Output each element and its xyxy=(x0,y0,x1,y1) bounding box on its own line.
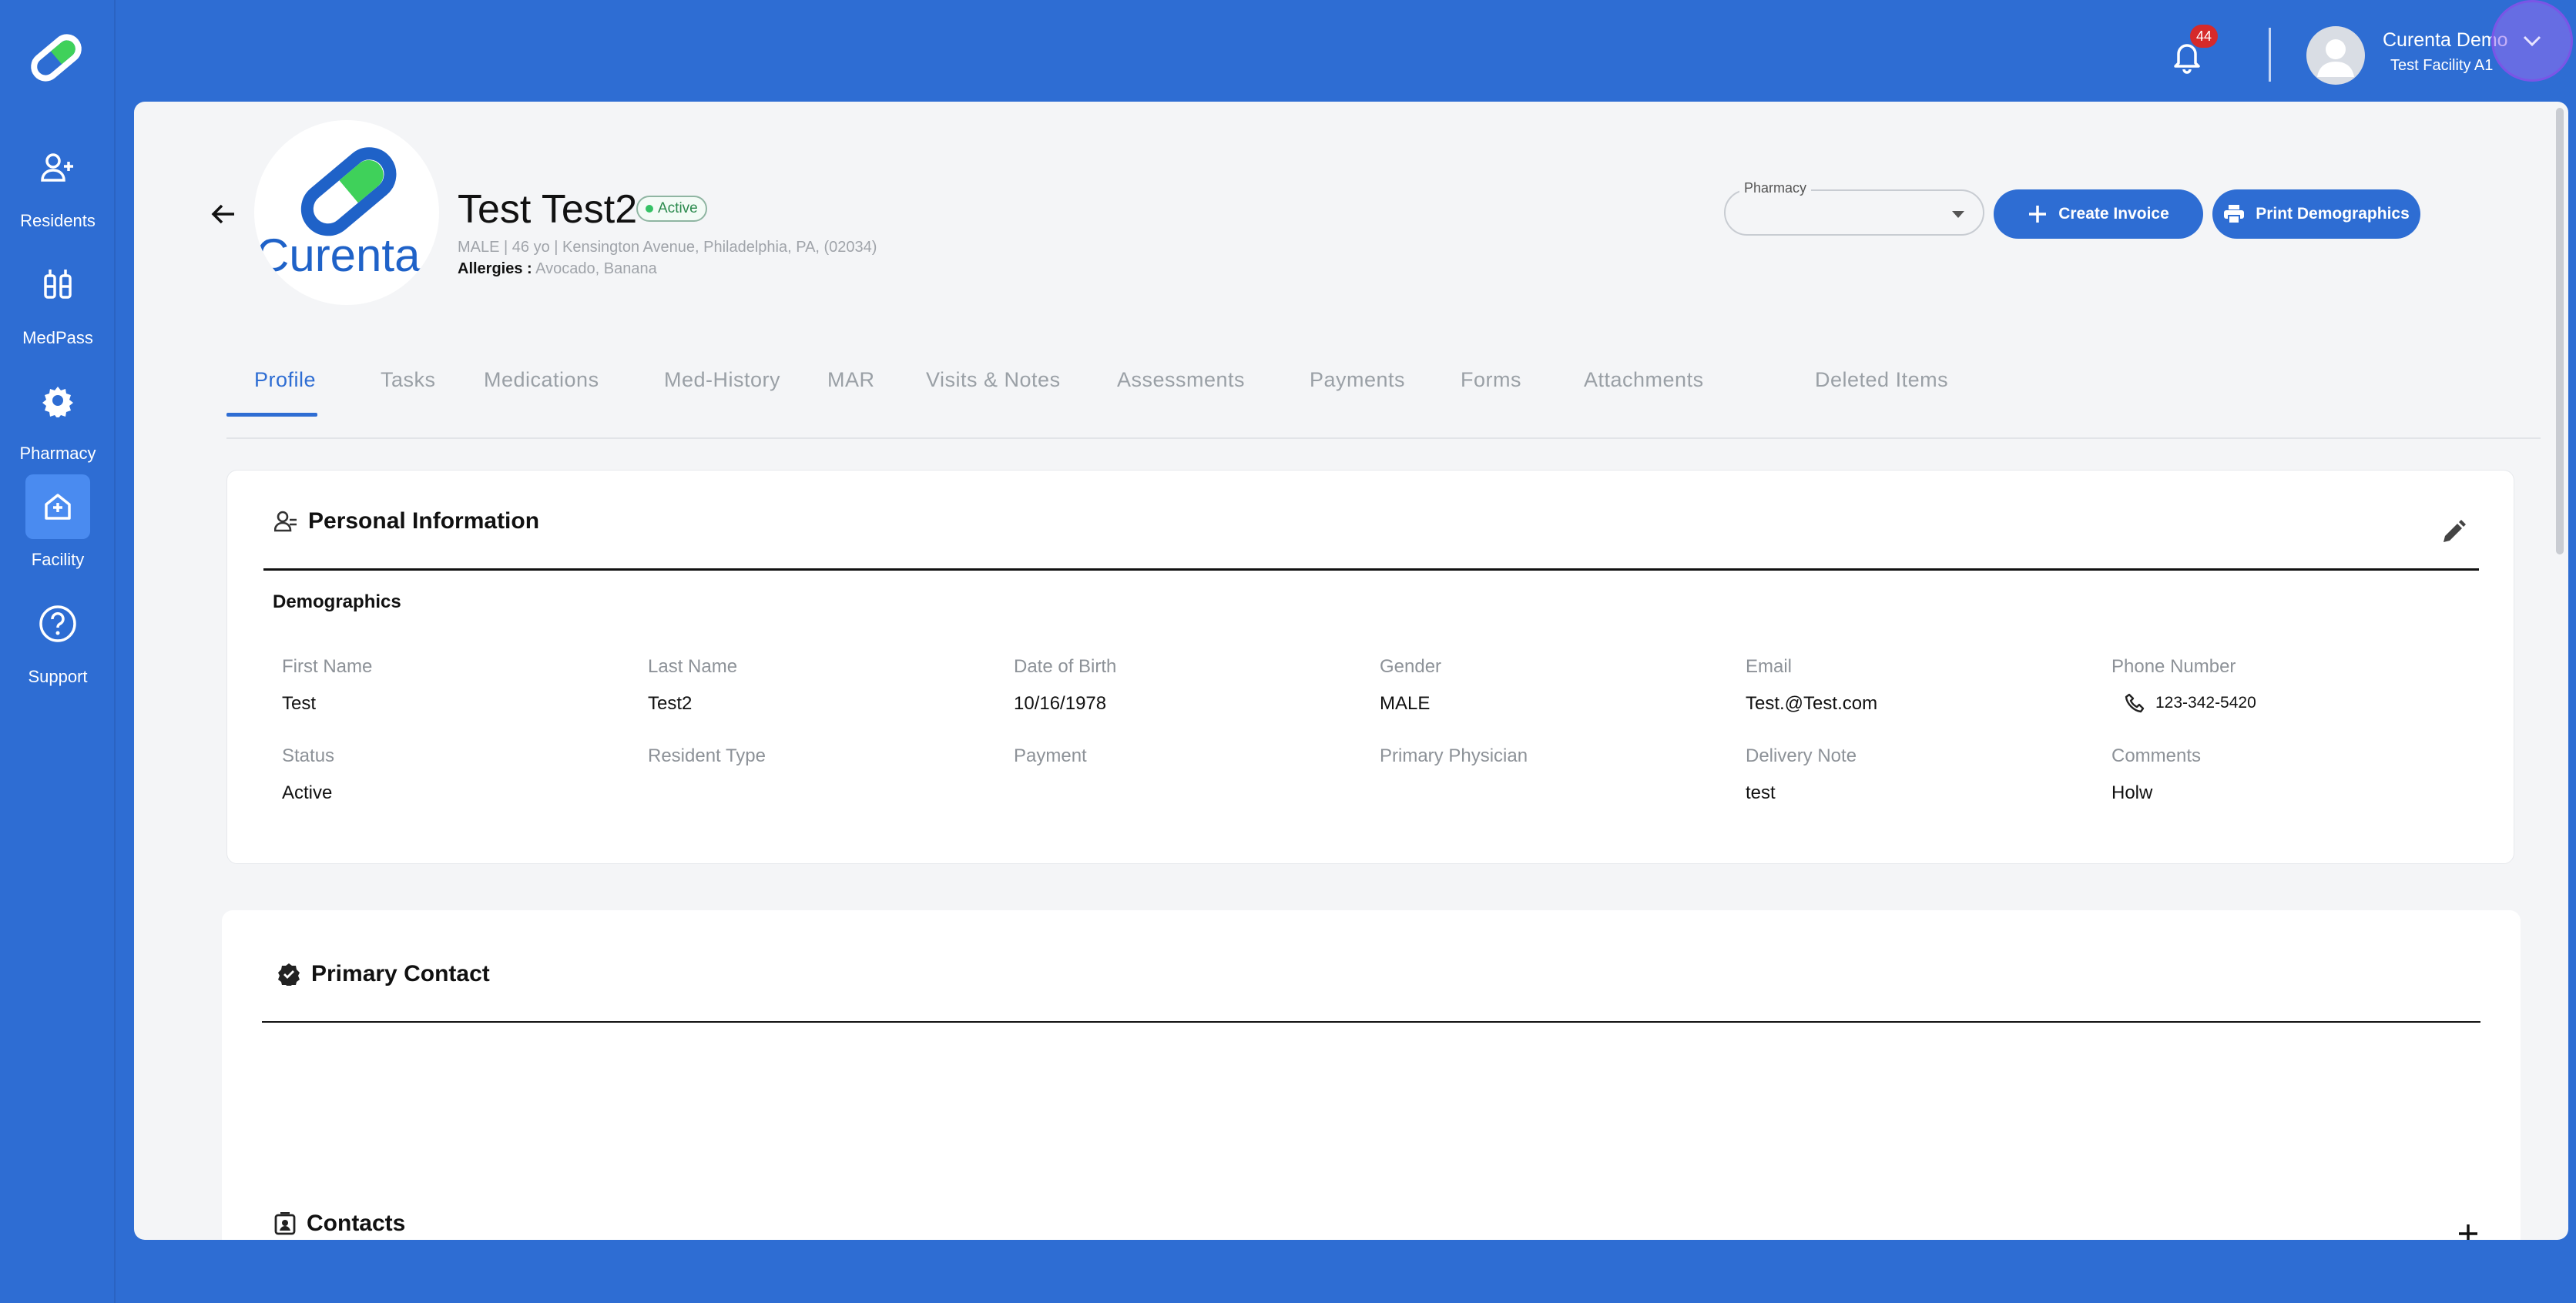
field-label: Primary Physician xyxy=(1380,745,1528,766)
print-demographics-button[interactable]: Print Demographics xyxy=(2212,189,2420,239)
allergies-value: Avocado, Banana xyxy=(535,260,657,277)
sidebar-item-pharmacy[interactable]: Pharmacy xyxy=(0,368,116,464)
tab-deleted-items[interactable]: Deleted Items xyxy=(1815,368,1948,392)
user-menu-button[interactable] xyxy=(2491,0,2573,82)
field-label: Payment xyxy=(1014,745,1087,766)
tab-bar: Profile Tasks Medications Med-History MA… xyxy=(226,360,2541,439)
pencil-icon[interactable] xyxy=(2437,518,2468,548)
person-icon xyxy=(274,511,297,532)
add-contact-icon[interactable] xyxy=(2454,1220,2482,1240)
tab-attachments[interactable]: Attachments xyxy=(1584,368,1704,392)
help-icon xyxy=(25,591,90,656)
avatar[interactable] xyxy=(2306,26,2365,85)
plus-icon xyxy=(2029,206,2047,223)
contacts-icon xyxy=(274,1212,296,1235)
field-value: test xyxy=(1746,782,1776,803)
field-value: Holw xyxy=(2111,782,2153,803)
section-divider xyxy=(262,1021,2480,1023)
phone-value[interactable]: 123-342-5420 xyxy=(2125,693,2256,713)
chevron-down-icon xyxy=(2523,35,2541,47)
status-dot-icon xyxy=(646,205,653,213)
sidebar-item-facility[interactable]: Facility xyxy=(0,474,116,570)
demographics-heading: Demographics xyxy=(273,591,401,612)
tab-mar[interactable]: MAR xyxy=(827,368,875,392)
medpass-icon xyxy=(25,253,90,317)
field-value: Test xyxy=(282,693,317,714)
field-label: Gender xyxy=(1380,656,1442,677)
sidebar-item-label: Residents xyxy=(20,211,96,230)
create-invoice-button[interactable]: Create Invoice xyxy=(1994,189,2203,239)
field-label: Delivery Note xyxy=(1746,745,1857,766)
create-invoice-label: Create Invoice xyxy=(2058,205,2169,223)
sidebar-item-residents[interactable]: Residents xyxy=(0,136,116,231)
sidebar-item-label: MedPass xyxy=(22,328,93,347)
sidebar-item-label: Support xyxy=(28,667,88,686)
allergies-label: Allergies : xyxy=(458,260,532,277)
section-title-text: Contacts xyxy=(307,1211,406,1236)
field-label: Date of Birth xyxy=(1014,656,1117,677)
pharmacy-label: Pharmacy xyxy=(1739,180,1812,196)
tab-forms[interactable]: Forms xyxy=(1461,368,1521,392)
gear-icon xyxy=(25,368,90,433)
pharmacy-select[interactable]: Pharmacy xyxy=(1724,180,1984,236)
topbar-divider xyxy=(2269,28,2271,82)
tab-visits-notes[interactable]: Visits & Notes xyxy=(926,368,1061,392)
curenta-logo[interactable] xyxy=(23,31,89,85)
tab-assessments[interactable]: Assessments xyxy=(1117,368,1245,392)
phone-icon xyxy=(2125,693,2145,713)
notification-badge: 44 xyxy=(2190,25,2218,48)
residents-icon xyxy=(25,136,90,200)
tab-med-history[interactable]: Med-History xyxy=(664,368,780,392)
user-name: Curenta Demo xyxy=(2383,29,2508,51)
primary-contact-card xyxy=(222,910,2521,1240)
sidebar-item-label: Pharmacy xyxy=(19,444,96,463)
field-label: Phone Number xyxy=(2111,656,2236,677)
caret-down-icon xyxy=(1952,211,1964,218)
resident-photo: Curenta xyxy=(254,120,439,305)
field-value: Active xyxy=(282,782,333,803)
sidebar: Residents MedPass Pharmacy Facility Supp… xyxy=(0,0,116,1303)
section-title-text: Personal Information xyxy=(308,508,540,534)
logo-wordmark: Curenta xyxy=(256,229,421,281)
sidebar-item-label: Facility xyxy=(31,550,85,569)
phone-number-text: 123-342-5420 xyxy=(2155,694,2256,712)
personal-information-title: Personal Information xyxy=(274,508,539,534)
email-value: Test.@Test.com xyxy=(1746,693,1878,714)
user-facility: Test Facility A1 xyxy=(2390,57,2494,74)
tab-tasks[interactable]: Tasks xyxy=(381,368,436,392)
printer-icon xyxy=(2224,205,2245,224)
tab-medications[interactable]: Medications xyxy=(484,368,599,392)
field-label: Comments xyxy=(2111,745,2202,766)
allergies: Allergies : Avocado, Banana xyxy=(458,260,657,278)
facility-icon xyxy=(25,474,90,539)
resident-summary: MALE | 46 yo | Kensington Avenue, Philad… xyxy=(458,239,877,256)
back-arrow-icon[interactable] xyxy=(208,199,239,229)
active-tab-indicator xyxy=(226,413,317,417)
main-content: Curenta Test Test2 Active MALE | 46 yo |… xyxy=(134,102,2568,1240)
field-label: Email xyxy=(1746,656,1793,677)
tab-payments[interactable]: Payments xyxy=(1310,368,1405,392)
field-label: First Name xyxy=(282,656,373,677)
field-value: MALE xyxy=(1380,693,1431,714)
primary-contact-title: Primary Contact xyxy=(277,961,490,987)
field-label: Last Name xyxy=(648,656,738,677)
tab-profile[interactable]: Profile xyxy=(254,368,316,392)
sidebar-item-medpass[interactable]: MedPass xyxy=(0,253,116,348)
status-badge: Active xyxy=(636,196,707,222)
sidebar-item-support[interactable]: Support xyxy=(0,591,116,687)
status-label: Active xyxy=(658,200,698,216)
verified-badge-icon xyxy=(278,963,300,986)
resident-name: Test Test2 xyxy=(458,187,638,232)
scrollbar[interactable] xyxy=(2556,108,2564,554)
field-label: Resident Type xyxy=(648,745,766,766)
field-label: Status xyxy=(282,745,335,766)
section-divider xyxy=(263,568,2479,571)
contacts-title: Contacts xyxy=(274,1211,405,1237)
print-demographics-label: Print Demographics xyxy=(2256,205,2410,223)
user-icon xyxy=(2317,39,2354,77)
field-value: Test2 xyxy=(648,693,693,714)
section-title-text: Primary Contact xyxy=(311,961,490,986)
field-value: 10/16/1978 xyxy=(1014,693,1107,714)
